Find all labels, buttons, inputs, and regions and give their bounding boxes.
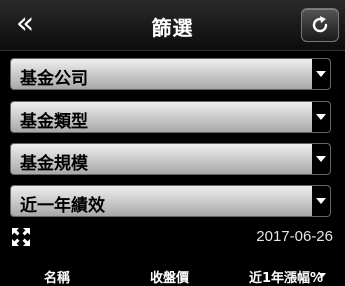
- refresh-icon: [312, 16, 328, 33]
- caret-down-icon[interactable]: [318, 273, 326, 278]
- table-header: 名稱 收盤價 近1年漲幅%: [0, 262, 345, 286]
- dropdown-label: 近一年績效: [20, 196, 105, 216]
- caret-down-icon: [316, 114, 326, 120]
- dropdown-arrow[interactable]: [312, 59, 330, 89]
- column-header-1y-change[interactable]: 近1年漲幅%: [249, 267, 323, 286]
- caret-down-icon: [316, 198, 326, 204]
- performance-period-dropdown[interactable]: 近一年績效: [10, 185, 331, 217]
- dropdown-arrow[interactable]: [312, 102, 330, 132]
- dropdown-label: 基金公司: [20, 69, 88, 89]
- caret-down-icon: [316, 71, 326, 77]
- expand-arrows-icon[interactable]: [12, 228, 30, 246]
- dropdown-label: 基金規模: [20, 154, 88, 174]
- data-date: 2017-06-26: [256, 228, 333, 245]
- fund-type-dropdown[interactable]: 基金類型: [10, 101, 331, 133]
- page-title: 篩選: [151, 16, 194, 40]
- fund-size-dropdown[interactable]: 基金規模: [10, 143, 331, 175]
- column-header-name[interactable]: 名稱: [44, 267, 70, 286]
- fund-company-dropdown[interactable]: 基金公司: [10, 58, 331, 90]
- refresh-button[interactable]: [301, 8, 339, 42]
- dropdown-label: 基金類型: [20, 112, 88, 132]
- caret-down-icon: [316, 156, 326, 162]
- dropdown-arrow[interactable]: [312, 144, 330, 174]
- dropdown-arrow[interactable]: [312, 186, 330, 216]
- column-header-close-price[interactable]: 收盤價: [150, 267, 189, 286]
- top-bar: « 篩選: [0, 0, 345, 51]
